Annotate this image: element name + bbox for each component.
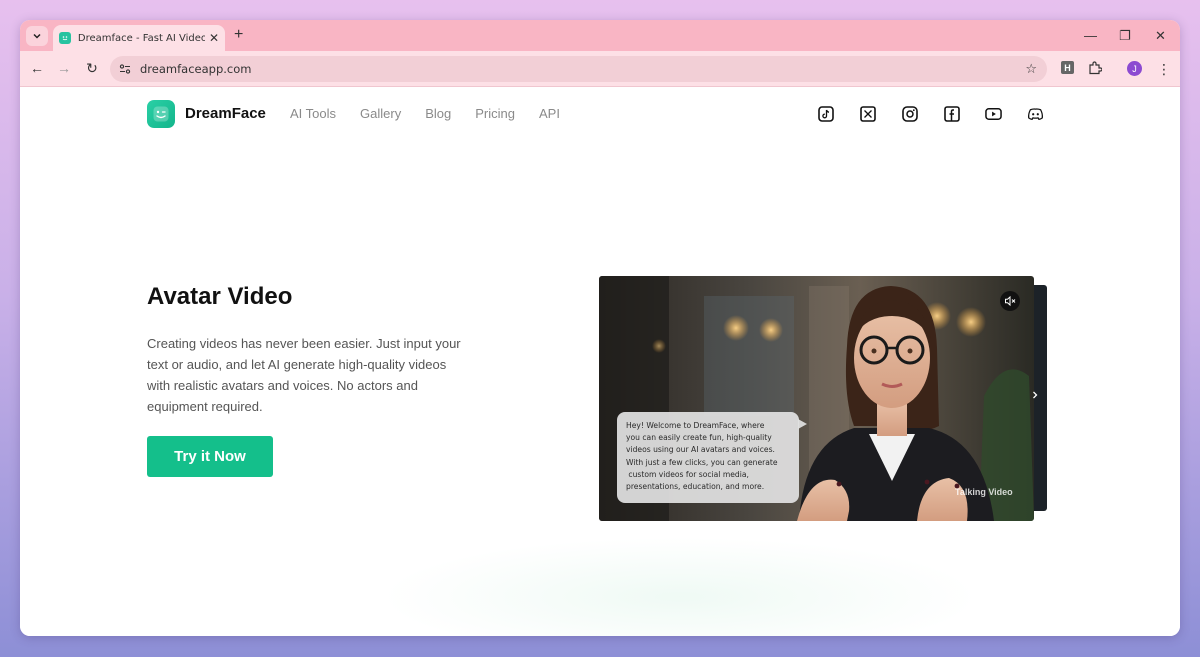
profile-initial: J <box>1127 61 1142 76</box>
talking-video-player[interactable]: Hey! Welcome to DreamFace, where you can… <box>599 276 1034 521</box>
social-links <box>817 105 1044 122</box>
bubble-line: Hey! Welcome to DreamFace, where <box>626 421 765 430</box>
video-label: Talking Video <box>955 487 1013 497</box>
chevron-right-icon[interactable] <box>1031 390 1039 400</box>
url-text: dreamfaceapp.com <box>140 62 252 76</box>
youtube-icon[interactable] <box>985 105 1002 122</box>
bookmark-star-icon[interactable]: ☆ <box>1025 61 1037 77</box>
instagram-icon[interactable] <box>901 105 918 122</box>
forward-icon[interactable]: → <box>55 60 73 76</box>
reload-icon[interactable]: ↻ <box>83 60 101 77</box>
dreamface-favicon-icon <box>59 32 71 44</box>
address-bar[interactable]: dreamfaceapp.com ☆ <box>110 56 1047 82</box>
discord-icon[interactable] <box>1027 105 1044 122</box>
nav-blog[interactable]: Blog <box>425 106 451 121</box>
nav-ai-tools[interactable]: AI Tools <box>290 106 336 121</box>
x-icon[interactable] <box>859 105 876 122</box>
speaker-muted-icon <box>1005 295 1016 307</box>
extension-h-icon[interactable]: H <box>1061 61 1074 74</box>
site-info-icon[interactable] <box>118 62 132 76</box>
chevron-down-icon <box>33 33 41 39</box>
window-close-icon[interactable]: ✕ <box>1155 28 1166 44</box>
bubble-line: With just a few clicks, you can generate <box>626 457 778 467</box>
menu-kebab-icon[interactable]: ⋮ <box>1157 62 1171 76</box>
nav-gallery[interactable]: Gallery <box>360 106 401 121</box>
close-tab-icon[interactable]: ✕ <box>209 31 219 45</box>
tiktok-icon[interactable] <box>817 105 834 122</box>
minimize-icon[interactable]: — <box>1084 28 1097 43</box>
facebook-icon[interactable] <box>943 105 960 122</box>
tab-strip: Dreamface - Fast AI Video Generator ✕ + … <box>20 20 1180 51</box>
profile-avatar[interactable]: J <box>1127 61 1142 76</box>
nav-pricing[interactable]: Pricing <box>475 106 515 121</box>
speech-bubble: Hey! Welcome to DreamFace, where you can… <box>617 412 799 503</box>
bubble-line: custom videos for social media, <box>626 469 749 479</box>
browser-window: Dreamface - Fast AI Video Generator ✕ + … <box>20 20 1180 636</box>
bubble-line: you can easily create fun, high-quality <box>626 433 772 443</box>
main-nav: AI Tools Gallery Blog Pricing API <box>290 106 560 121</box>
back-icon[interactable]: ← <box>28 60 46 76</box>
try-it-now-button[interactable]: Try it Now <box>147 436 273 477</box>
nav-api[interactable]: API <box>539 106 560 121</box>
mute-toggle-button[interactable] <box>1000 291 1020 311</box>
restore-icon[interactable]: ❐ <box>1119 28 1131 44</box>
extension-h-label: H <box>1061 61 1074 74</box>
tab-search-button[interactable] <box>26 26 48 46</box>
speech-bubble-tail <box>798 419 807 429</box>
hero-title: Avatar Video <box>147 283 293 310</box>
browser-tab[interactable]: Dreamface - Fast AI Video Generator ✕ <box>53 25 225 51</box>
tab-title: Dreamface - Fast AI Video Generator <box>77 32 205 44</box>
extensions-puzzle-icon[interactable] <box>1088 61 1102 75</box>
bubble-line: videos using our AI avatars and voices. <box>626 445 775 455</box>
bubble-line: presentations, education, and more. <box>626 482 765 492</box>
dreamface-logo-icon[interactable] <box>147 100 175 128</box>
brand-name[interactable]: DreamFace <box>185 105 266 122</box>
hero-description: Creating videos has never been easier. J… <box>147 336 461 414</box>
web-page: DreamFace AI Tools Gallery Blog Pricing … <box>20 87 1180 636</box>
new-tab-icon[interactable]: + <box>234 26 243 44</box>
background-glow <box>380 537 980 636</box>
browser-toolbar: ← → ↻ dreamfaceapp.com ☆ H J ⋮ <box>20 51 1180 87</box>
